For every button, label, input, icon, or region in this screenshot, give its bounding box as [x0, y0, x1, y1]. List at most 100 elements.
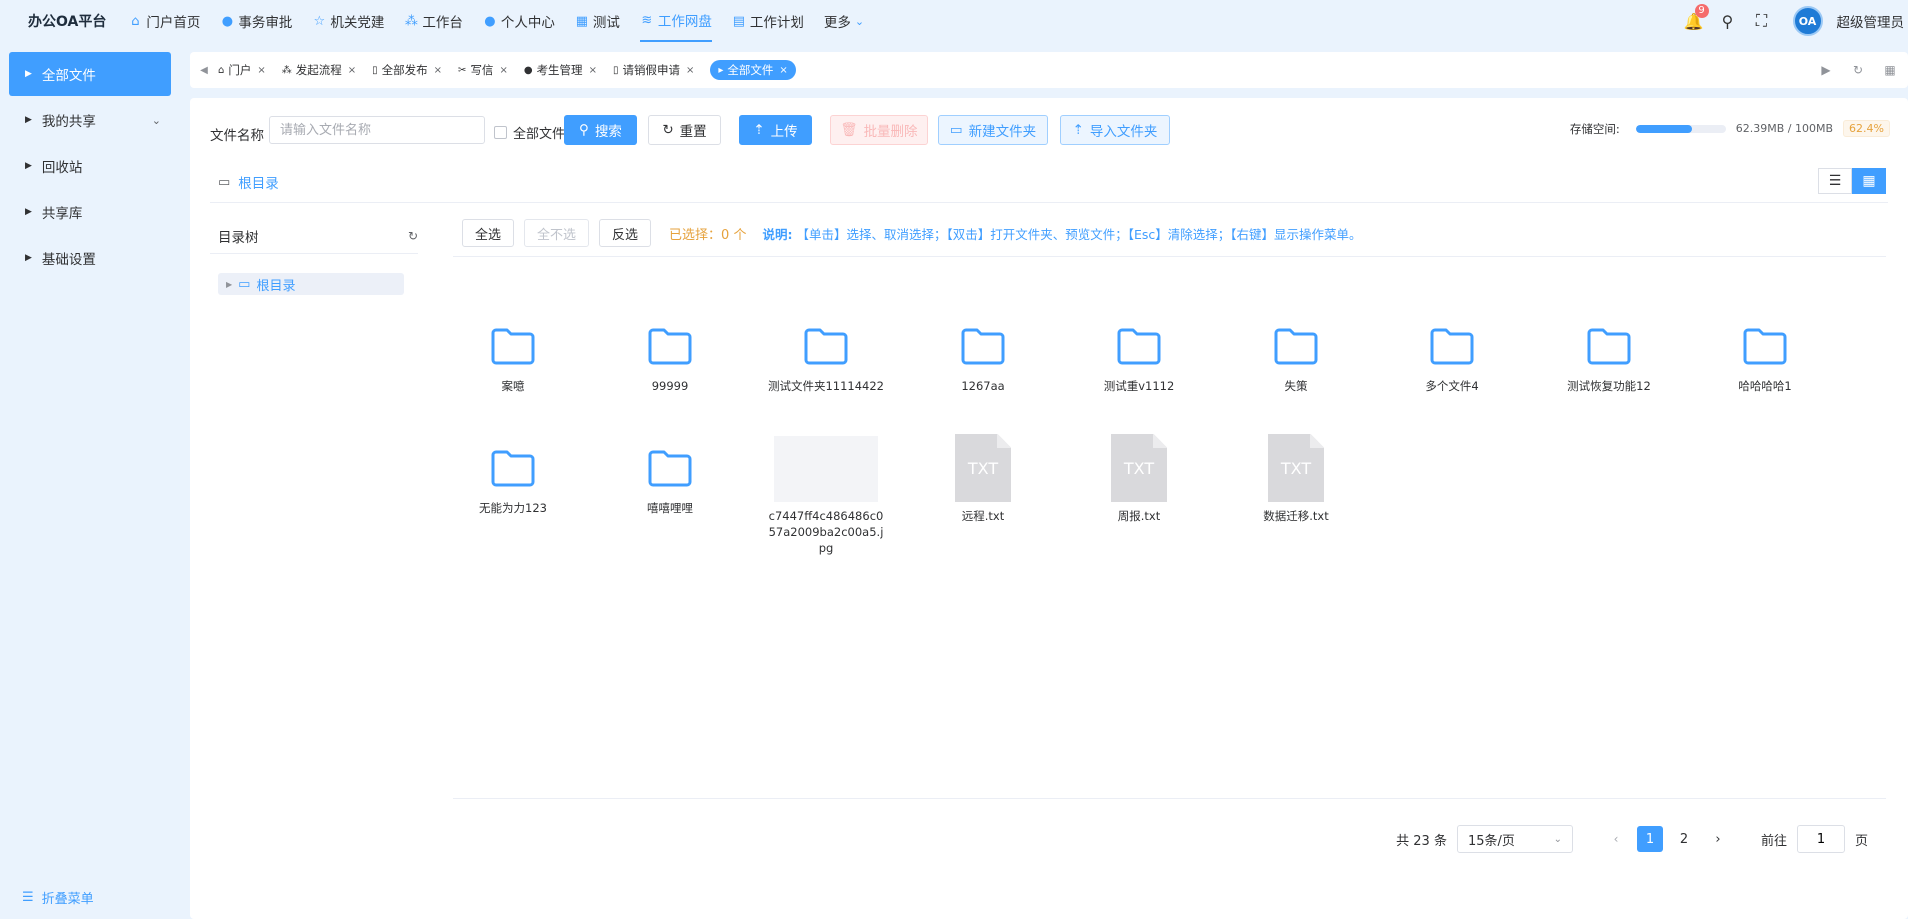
caret-right-icon[interactable]: ▶ — [226, 280, 232, 289]
list-view-button[interactable]: ☰ — [1818, 168, 1852, 194]
select-none-button[interactable]: 全不选 — [524, 219, 590, 247]
breadcrumb: ▭ 根目录 — [218, 172, 279, 193]
database-icon: ≋ — [641, 12, 653, 28]
close-icon[interactable]: × — [257, 65, 265, 76]
sidebar-item-basic-settings[interactable]: ▶ 基础设置 — [9, 236, 171, 280]
collapse-menu-button[interactable]: ☰ 折叠菜单 — [22, 888, 94, 907]
file-item[interactable]: 99999 — [610, 320, 730, 394]
prev-page-button[interactable]: ‹ — [1603, 826, 1629, 852]
file-item[interactable]: TXT 周报.txt — [1079, 434, 1199, 524]
sidebar-item-my-shares[interactable]: ▶ 我的共享 ⌄ — [9, 98, 171, 142]
tab-start-process[interactable]: ⁂ 发起流程 × — [282, 62, 356, 78]
search-button[interactable]: ⚲ 搜索 — [564, 115, 637, 145]
tab-write-letter[interactable]: ✂ 写信 × — [458, 62, 508, 78]
chevron-down-icon: ⌄ — [151, 113, 161, 127]
file-item[interactable]: 测试恢复功能12 — [1549, 320, 1669, 394]
username[interactable]: 超级管理员 — [1837, 11, 1905, 31]
file-item[interactable]: TXT 数据迁移.txt — [1236, 434, 1356, 524]
nav-personal-center[interactable]: ● 个人中心 — [483, 0, 555, 42]
select-all-button[interactable]: 全选 — [462, 219, 515, 247]
notification-badge: 9 — [1694, 3, 1709, 18]
goto-page-input[interactable] — [1796, 825, 1845, 853]
storage-bar — [1635, 124, 1726, 133]
folder-icon — [610, 320, 730, 372]
folder-icon — [1705, 320, 1825, 372]
grid-icon[interactable]: ▦ — [1876, 63, 1904, 77]
sidebar-item-recycle-bin[interactable]: ▶ 回收站 — [9, 144, 171, 188]
search-icon: ⚲ — [1721, 11, 1734, 31]
reset-button[interactable]: ↻ 重置 — [648, 115, 721, 145]
search-button[interactable]: ⚲ — [1711, 12, 1745, 31]
page-size-select[interactable]: 15条/页 ⌄ — [1456, 825, 1573, 853]
folder-add-icon: ▭ — [949, 122, 963, 138]
file-item[interactable]: 测试重v1112 — [1079, 320, 1199, 394]
nav-work-plan[interactable]: ▤ 工作计划 — [732, 0, 804, 42]
tab-leave-request[interactable]: ▯ 请销假申请 × — [613, 62, 694, 78]
file-item[interactable]: 无能为力123 — [453, 442, 573, 516]
file-name: 多个文件4 — [1425, 379, 1479, 393]
page-1-button[interactable]: 1 — [1636, 826, 1663, 852]
tree-node-root[interactable]: ▶ ▭ 根目录 — [218, 273, 404, 295]
info-icon: ● — [221, 13, 234, 29]
new-folder-button[interactable]: ▭ 新建文件夹 — [938, 115, 1048, 145]
usage-hint: 说明: 【单击】选择、取消选择；【双击】打开文件夹、预览文件；【Esc】清除选择… — [762, 226, 1362, 242]
tab-candidate-management[interactable]: ● 考生管理 × — [524, 62, 597, 78]
storage-usage: 存储空间: 62.39MB / 100MB 62.4% — [1570, 120, 1890, 137]
nav-workbench[interactable]: ⁂ 工作台 — [404, 0, 463, 42]
invert-selection-button[interactable]: 反选 — [599, 219, 652, 247]
tabs-scroll-right-button[interactable]: ▶ — [1812, 63, 1840, 77]
next-page-button[interactable]: › — [1705, 826, 1731, 852]
avatar[interactable]: OA — [1792, 6, 1823, 36]
divider — [210, 202, 1888, 203]
folder-icon — [766, 320, 886, 372]
refresh-icon[interactable]: ↻ — [1844, 63, 1872, 77]
file-item[interactable]: 1267aa — [923, 320, 1043, 394]
close-icon[interactable]: × — [589, 65, 597, 76]
nav-portal-home[interactable]: ⌂ 门户首页 — [128, 0, 200, 42]
tabs-scroll-left-button[interactable]: ◀ — [190, 65, 218, 76]
file-item[interactable]: 案噫 — [453, 320, 573, 394]
tabs-bar: ◀ ⌂ 门户 × ⁂ 发起流程 × ▯ 全部发布 × ✂ 写信 × ● 考生管理 × ▯ 请销假申请 ×… — [190, 52, 1908, 88]
sidebar-item-all-files[interactable]: ▶ 全部文件 — [9, 52, 171, 96]
file-item[interactable]: 测试文件夹11114422 — [766, 320, 886, 394]
file-item[interactable]: 多个文件4 — [1392, 320, 1512, 394]
nav-test[interactable]: ▦ 测试 — [575, 0, 620, 42]
notification-button[interactable]: 🔔 9 — [1677, 3, 1711, 31]
tab-all-published[interactable]: ▯ 全部发布 × — [372, 62, 442, 78]
checkbox-box[interactable] — [494, 126, 507, 139]
tab-all-files[interactable]: ▸ 全部文件 × — [710, 60, 796, 80]
breadcrumb-root[interactable]: 根目录 — [238, 172, 279, 192]
tools-icon: ✂ — [458, 64, 467, 76]
batch-delete-button[interactable]: 🗑 批量删除 — [830, 115, 928, 145]
sidebar-item-shared-library[interactable]: ▶ 共享库 — [9, 190, 171, 234]
close-icon[interactable]: × — [686, 65, 694, 76]
all-files-checkbox[interactable]: 全部文件 — [494, 123, 565, 142]
folder-icon — [453, 320, 573, 372]
search-icon: ⚲ — [579, 122, 589, 138]
file-item[interactable]: 失策 — [1236, 320, 1356, 394]
upload-icon: ⇡ — [1072, 122, 1084, 138]
file-item[interactable]: 嘻嘻哩哩 — [610, 442, 730, 516]
close-icon[interactable]: × — [434, 65, 442, 76]
grid-view-button[interactable]: ▦ — [1852, 168, 1886, 194]
file-item[interactable]: 哈哈哈哈1 — [1705, 320, 1825, 394]
nav-party-building[interactable]: ☆ 机关党建 — [312, 0, 385, 42]
filename-search-input[interactable] — [269, 116, 485, 144]
refresh-icon[interactable]: ↻ — [408, 229, 418, 243]
file-item[interactable]: c7447ff4c486486c057a2009ba2c00a5.jpg — [766, 436, 886, 556]
nav-work-drive[interactable]: ≋ 工作网盘 — [639, 0, 712, 42]
nav-more[interactable]: 更多 ⌄ — [824, 0, 864, 42]
close-icon[interactable]: × — [779, 65, 787, 76]
folder-icon: ▭ — [238, 276, 251, 292]
close-icon[interactable]: × — [348, 65, 356, 76]
upload-button[interactable]: ⇡ 上传 — [739, 115, 812, 145]
import-folder-button[interactable]: ⇡ 导入文件夹 — [1060, 115, 1170, 145]
file-name: 无能为力123 — [479, 501, 547, 515]
tab-portal[interactable]: ⌂ 门户 × — [218, 62, 266, 78]
close-icon[interactable]: × — [499, 65, 507, 76]
nav-approval[interactable]: ● 事务审批 — [220, 0, 293, 42]
page-2-button[interactable]: 2 — [1671, 826, 1697, 852]
fullscreen-button[interactable]: ⛶ — [1745, 11, 1779, 31]
caret-right-icon: ▶ — [25, 207, 32, 217]
file-item[interactable]: TXT 远程.txt — [923, 434, 1043, 524]
